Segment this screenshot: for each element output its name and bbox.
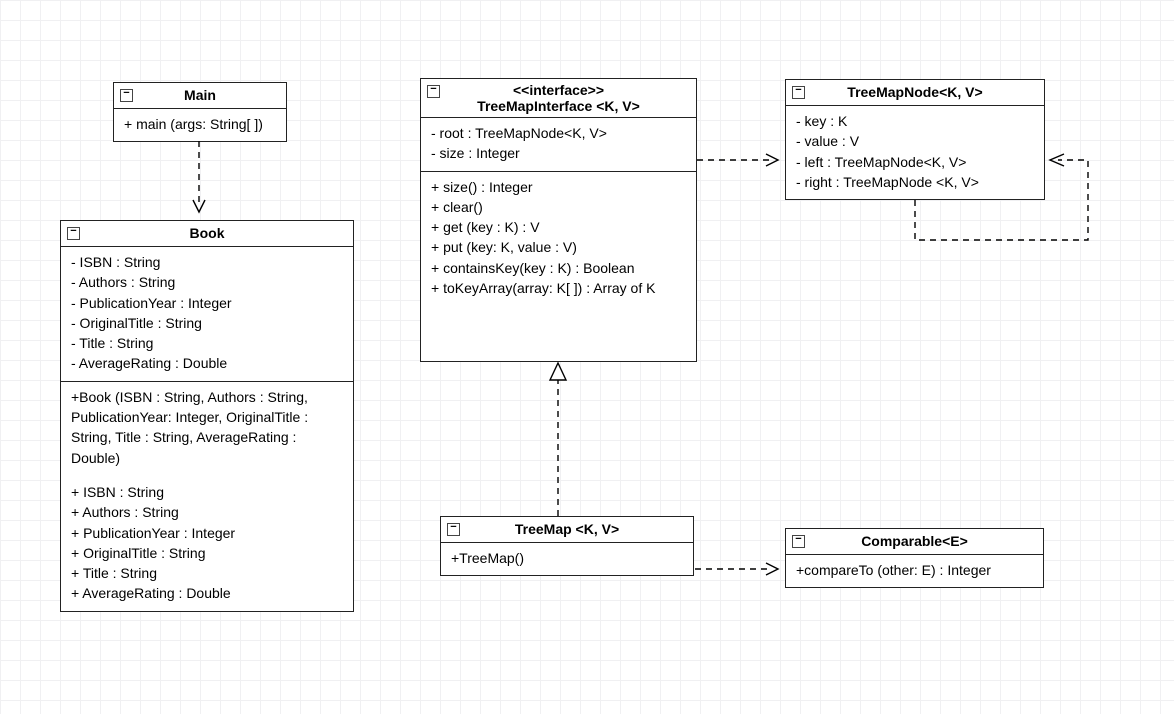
attribute: - root : TreeMapNode<K, V> (431, 123, 686, 143)
collapse-icon (120, 89, 133, 102)
class-book: Book - ISBN : String - Authors : String … (60, 220, 354, 612)
method: + toKeyArray(array: K[ ]) : Array of K (431, 278, 686, 298)
collapse-icon (447, 523, 460, 536)
class-treemap: TreeMap <K, V> +TreeMap() (440, 516, 694, 576)
attribute: - ISBN : String (71, 252, 343, 272)
attribute: - AverageRating : Double (71, 353, 343, 373)
class-comparable: Comparable<E> +compareTo (other: E) : In… (785, 528, 1044, 588)
method: Double) (71, 448, 343, 468)
method: +compareTo (other: E) : Integer (796, 560, 1033, 580)
collapse-icon (427, 85, 440, 98)
attribute: - key : K (796, 111, 1034, 131)
method: + size() : Integer (431, 177, 686, 197)
class-title: Comparable<E> (861, 533, 968, 549)
class-treemapinterface: <<interface>> TreeMapInterface <K, V> - … (420, 78, 697, 362)
method: + get (key : K) : V (431, 217, 686, 237)
method: + containsKey(key : K) : Boolean (431, 258, 686, 278)
collapse-icon (67, 227, 80, 240)
class-book-header: Book (61, 221, 353, 247)
class-main: Main + main (args: String[ ]) (113, 82, 287, 142)
class-title: TreeMapInterface <K, V> (429, 98, 688, 114)
class-comp-methods: +compareTo (other: E) : Integer (786, 555, 1043, 587)
attribute: - left : TreeMapNode<K, V> (796, 152, 1034, 172)
method: + clear() (431, 197, 686, 217)
collapse-icon (792, 86, 805, 99)
class-node-attrs: - key : K - value : V - left : TreeMapNo… (786, 106, 1044, 199)
method: + PublicationYear : Integer (71, 523, 343, 543)
collapse-icon (792, 535, 805, 548)
method: PublicationYear: Integer, OriginalTitle … (71, 407, 343, 427)
method: + OriginalTitle : String (71, 543, 343, 563)
blank (71, 468, 343, 482)
class-title: TreeMapNode<K, V> (847, 84, 982, 100)
attribute: - PublicationYear : Integer (71, 293, 343, 313)
class-comp-header: Comparable<E> (786, 529, 1043, 555)
attribute: - value : V (796, 131, 1034, 151)
method: + AverageRating : Double (71, 583, 343, 603)
method: +TreeMap() (451, 548, 683, 568)
attribute: - Authors : String (71, 272, 343, 292)
class-treemap-methods: +TreeMap() (441, 543, 693, 575)
class-title: Book (190, 225, 225, 241)
uml-canvas: Main + main (args: String[ ]) Book - ISB… (0, 0, 1174, 714)
class-node-header: TreeMapNode<K, V> (786, 80, 1044, 106)
class-main-methods: + main (args: String[ ]) (114, 109, 286, 141)
method: + Title : String (71, 563, 343, 583)
method: + ISBN : String (71, 482, 343, 502)
class-title: TreeMap <K, V> (515, 521, 619, 537)
method: + Authors : String (71, 502, 343, 522)
class-book-attrs: - ISBN : String - Authors : String - Pub… (61, 247, 353, 382)
attribute: - size : Integer (431, 143, 686, 163)
class-book-methods: +Book (ISBN : String, Authors : String, … (61, 382, 353, 611)
class-treemapnode: TreeMapNode<K, V> - key : K - value : V … (785, 79, 1045, 200)
class-iface-header: <<interface>> TreeMapInterface <K, V> (421, 79, 696, 118)
class-main-header: Main (114, 83, 286, 109)
attribute: - Title : String (71, 333, 343, 353)
method: +Book (ISBN : String, Authors : String, (71, 387, 343, 407)
class-stereotype: <<interface>> (429, 82, 688, 98)
class-iface-methods: + size() : Integer + clear() + get (key … (421, 172, 696, 306)
method: String, Title : String, AverageRating : (71, 427, 343, 447)
method: + put (key: K, value : V) (431, 237, 686, 257)
attribute: - OriginalTitle : String (71, 313, 343, 333)
attribute: - right : TreeMapNode <K, V> (796, 172, 1034, 192)
class-iface-attrs: - root : TreeMapNode<K, V> - size : Inte… (421, 118, 696, 172)
class-title: Main (184, 87, 216, 103)
class-treemap-header: TreeMap <K, V> (441, 517, 693, 543)
method: + main (args: String[ ]) (124, 114, 276, 134)
